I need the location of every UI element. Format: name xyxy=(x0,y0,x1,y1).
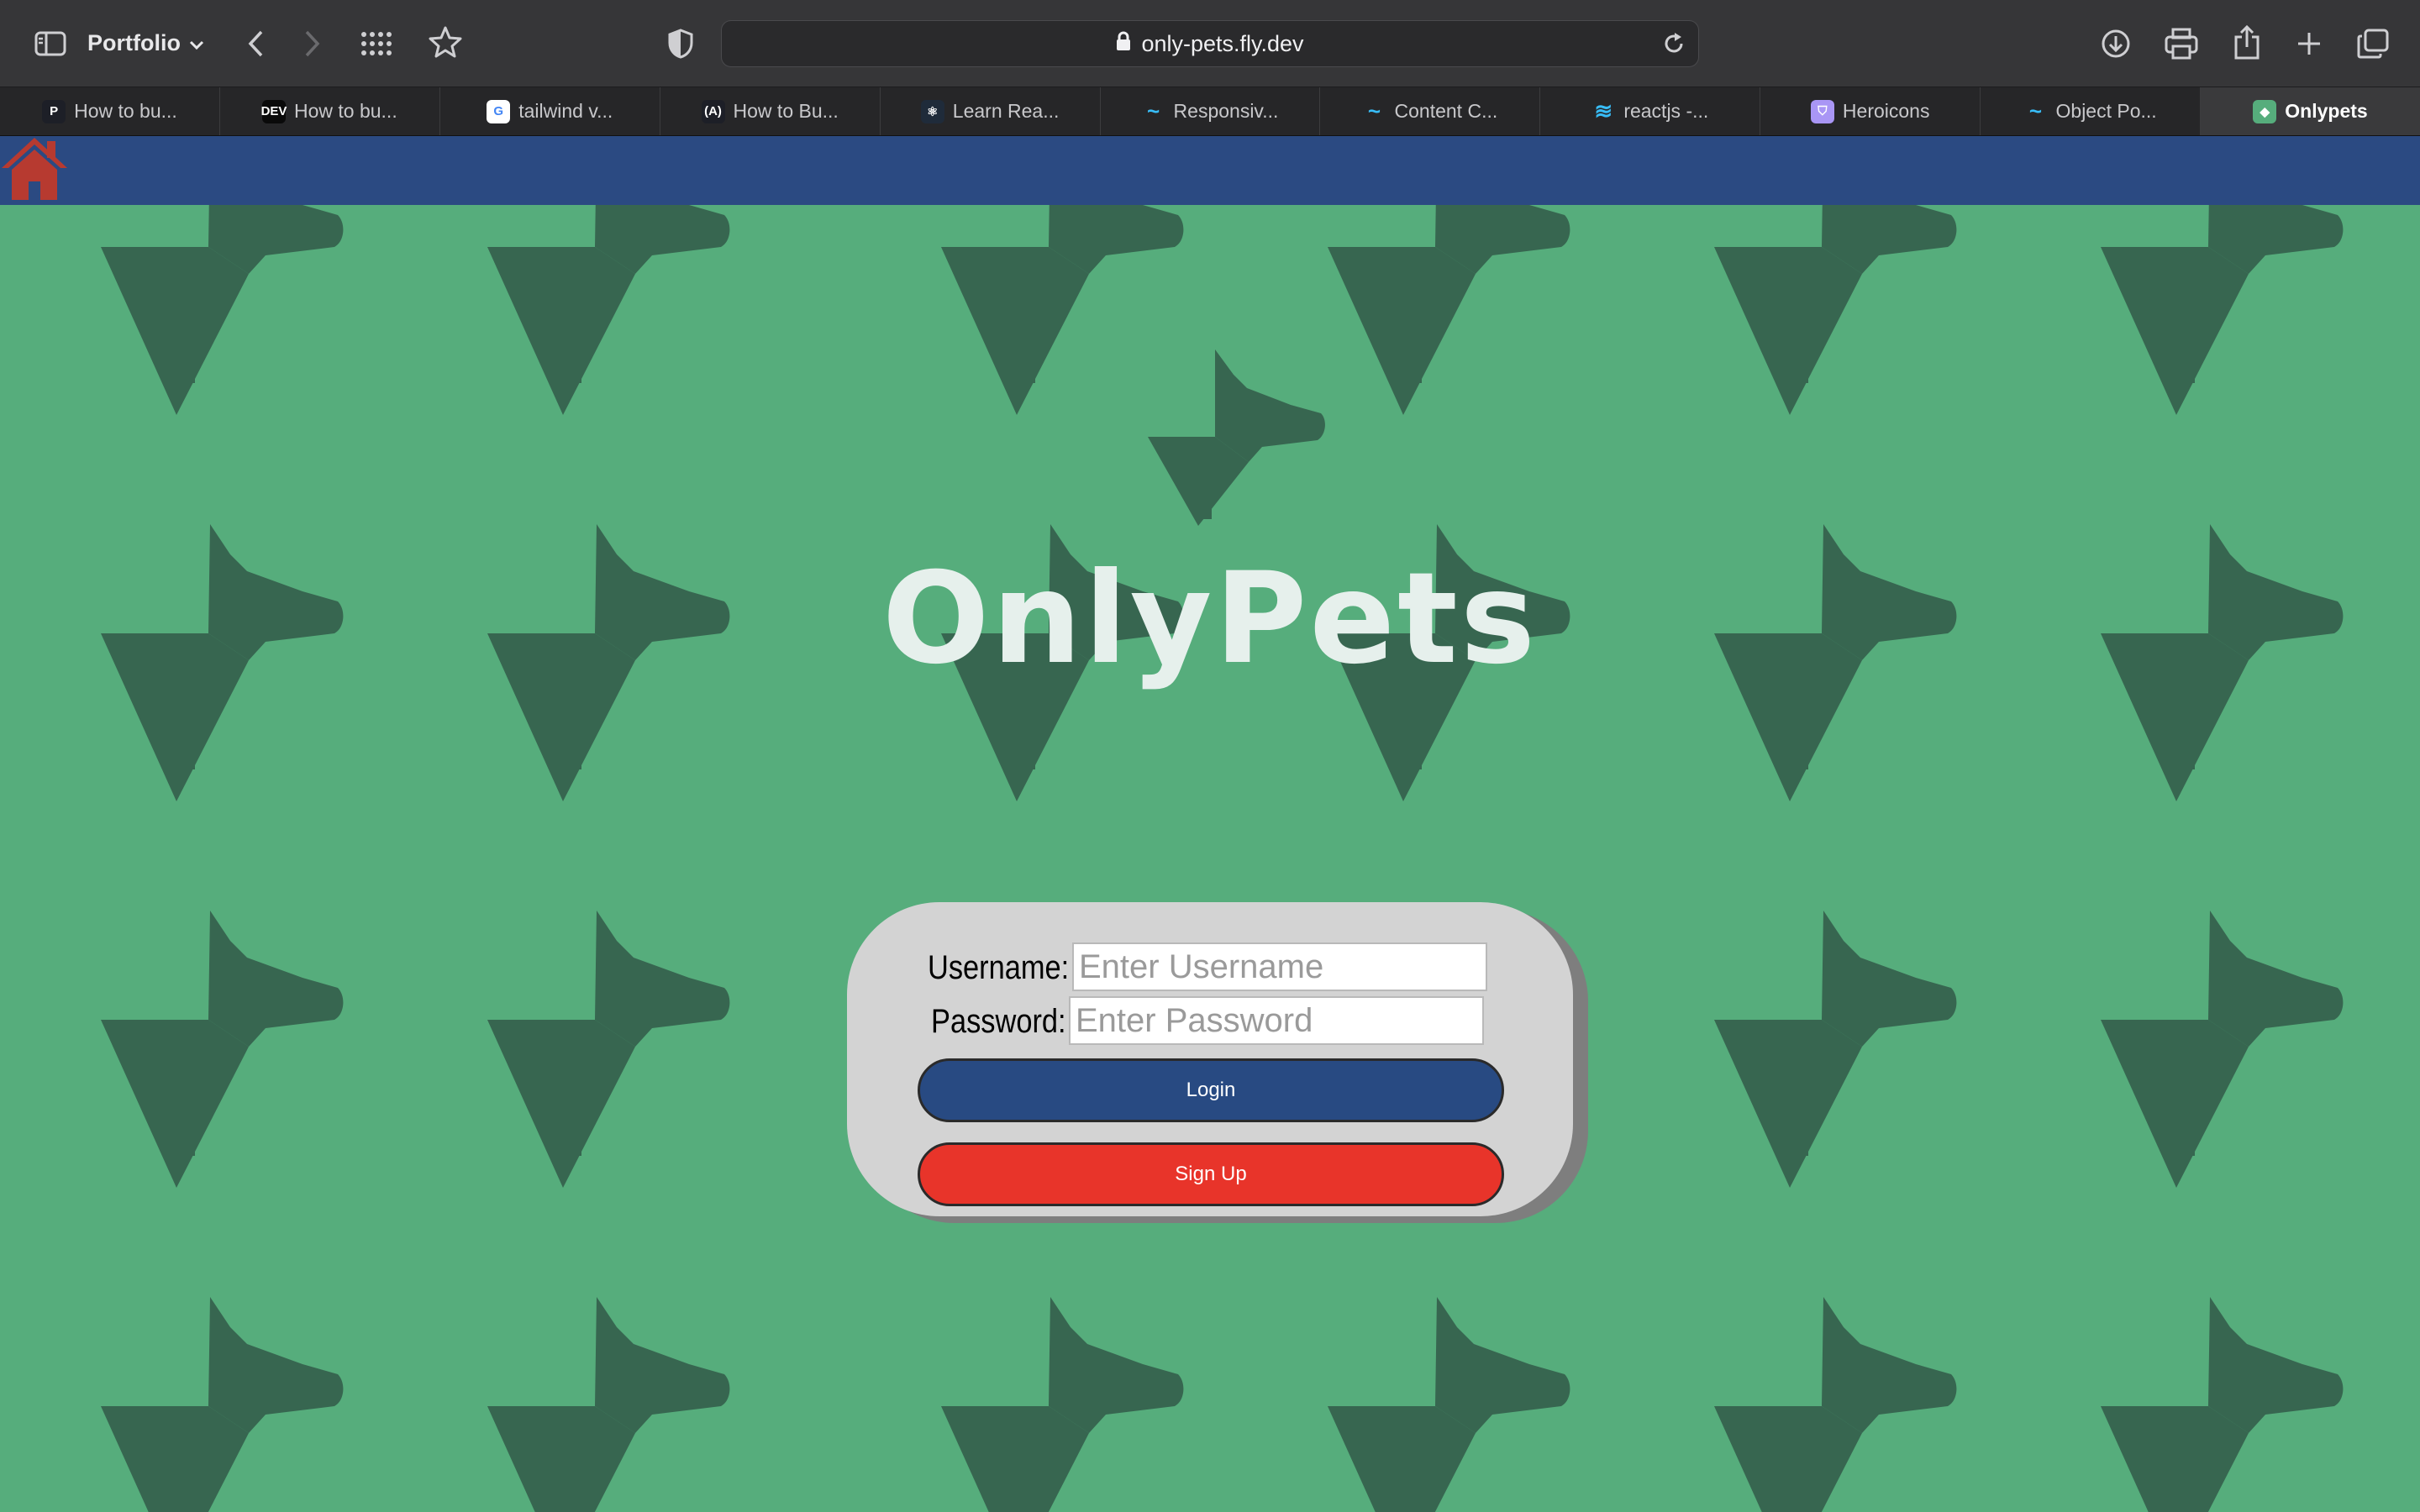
dog-silhouette-icon xyxy=(2101,911,2344,1188)
username-input[interactable] xyxy=(1072,942,1487,991)
password-input[interactable] xyxy=(1069,996,1484,1045)
tab-label: Responsiv... xyxy=(1173,100,1279,122)
tab-favicon-icon: ~ xyxy=(1146,98,1160,123)
tab-favicon-icon: ◆ xyxy=(2253,99,2277,123)
reload-icon[interactable] xyxy=(1661,31,1686,62)
dog-silhouette-icon xyxy=(1714,911,1957,1188)
tab-label: Learn Rea... xyxy=(952,100,1060,122)
dog-silhouette-icon xyxy=(487,524,730,801)
tab-favicon-icon: P xyxy=(42,99,66,123)
dog-silhouette-icon xyxy=(1328,1297,1570,1512)
tab[interactable]: DEV How to bu... xyxy=(220,87,440,135)
tab-favicon-icon: ⚛ xyxy=(920,99,944,123)
tab-label: Content C... xyxy=(1394,100,1498,122)
lock-icon xyxy=(1116,31,1131,57)
print-icon[interactable] xyxy=(2163,25,2200,62)
profile-label: Portfolio xyxy=(87,29,181,55)
tab-favicon-icon: DEV xyxy=(261,99,287,123)
tab-strip: P How to bu... DEV How to bu... Gtailwind v.… xyxy=(0,87,2420,136)
login-button[interactable]: Login xyxy=(918,1058,1504,1122)
share-icon[interactable] xyxy=(2228,22,2265,62)
tab[interactable]: ~ Responsiv... xyxy=(1101,87,1321,135)
tab[interactable]: ⚛ Learn Rea... xyxy=(881,87,1101,135)
password-label: Password: xyxy=(931,1003,1066,1040)
dog-silhouette-icon xyxy=(1714,524,1957,801)
tab-label: Object Po... xyxy=(2055,100,2157,122)
browser-toolbar: Portfolio only-pets.fly.dev xyxy=(0,0,2420,87)
chevron-down-icon xyxy=(189,30,204,56)
tab-label: How to Bu... xyxy=(733,100,839,122)
tab-label: Heroicons xyxy=(1842,100,1930,122)
tab[interactable]: ⛉ Heroicons xyxy=(1760,87,1981,135)
tab-label: How to bu... xyxy=(293,100,397,122)
dog-silhouette-icon xyxy=(101,205,344,415)
tab[interactable]: ◆ Onlypets xyxy=(2201,87,2420,135)
tab-label: tailwind v... xyxy=(518,100,613,122)
dog-silhouette-icon xyxy=(487,1297,730,1512)
tab-label: How to bu... xyxy=(74,100,177,122)
tab-label: Onlypets xyxy=(2285,100,2368,122)
back-icon[interactable] xyxy=(239,25,272,62)
grid-icon[interactable] xyxy=(358,25,395,62)
url-text: only-pets.fly.dev xyxy=(1141,30,1304,56)
tab[interactable]: ≋ reactjs -... xyxy=(1540,87,1761,135)
tab[interactable]: (A) How to Bu... xyxy=(660,87,881,135)
dog-silhouette-icon xyxy=(487,205,730,415)
signup-button[interactable]: Sign Up xyxy=(918,1142,1504,1206)
shield-icon[interactable] xyxy=(664,25,697,62)
address-bar[interactable]: only-pets.fly.dev xyxy=(721,20,1699,67)
tab-favicon-icon: (A) xyxy=(701,99,725,123)
tab[interactable]: ~ Object Po... xyxy=(1981,87,2202,135)
tab-favicon-icon: G xyxy=(487,99,511,123)
forward-icon[interactable] xyxy=(296,25,329,62)
star-icon[interactable] xyxy=(427,24,464,60)
dog-silhouette-icon xyxy=(487,911,730,1188)
profile-menu[interactable]: Portfolio xyxy=(87,25,204,60)
tab-favicon-icon: ⛉ xyxy=(1810,99,1834,123)
dog-silhouette-icon xyxy=(2101,205,2344,415)
tab-label: reactjs -... xyxy=(1623,100,1709,122)
dog-silhouette-icon xyxy=(101,524,344,801)
plus-icon[interactable] xyxy=(2291,25,2328,62)
tab-favicon-icon: ~ xyxy=(1367,98,1381,123)
dog-silhouette-icon xyxy=(1714,205,1957,415)
home-icon[interactable] xyxy=(0,133,69,207)
tab[interactable]: Gtailwind v... xyxy=(440,87,660,135)
dog-silhouette-icon xyxy=(101,1297,344,1512)
site-navbar xyxy=(0,136,2420,205)
download-icon[interactable] xyxy=(2097,25,2134,62)
tab[interactable]: P How to bu... xyxy=(0,87,220,135)
dog-silhouette-icon xyxy=(2101,524,2344,801)
tab[interactable]: ~ Content C... xyxy=(1320,87,1541,135)
sidebar-icon[interactable] xyxy=(32,25,69,62)
username-label: Username: xyxy=(928,949,1070,986)
dog-silhouette-icon xyxy=(2101,1297,2344,1512)
dog-silhouette-icon xyxy=(1714,1297,1957,1512)
dog-logo-icon xyxy=(1148,349,1325,526)
tabs-icon[interactable] xyxy=(2354,25,2391,62)
tab-favicon-icon: ≋ xyxy=(1594,98,1613,123)
tab-favicon-icon: ~ xyxy=(2028,98,2043,123)
dog-silhouette-icon xyxy=(101,911,344,1188)
dog-silhouette-icon xyxy=(941,1297,1184,1512)
brand-title: OnlyPets xyxy=(881,546,1539,692)
